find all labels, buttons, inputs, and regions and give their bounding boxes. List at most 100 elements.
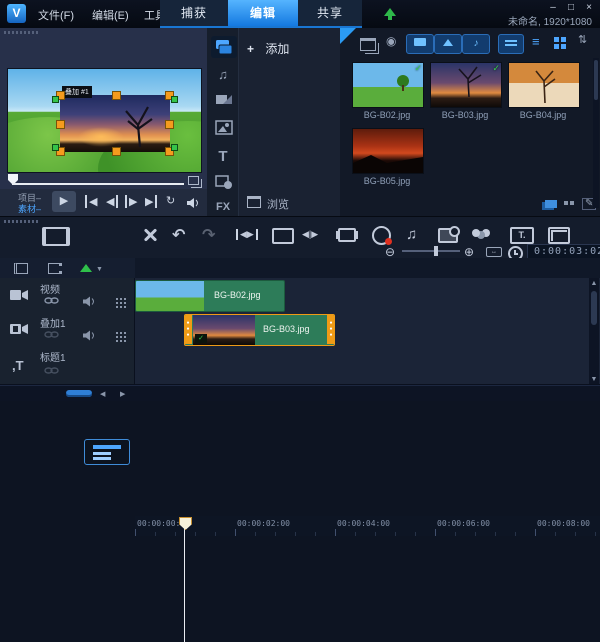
rotate-handle[interactable] [171, 144, 178, 151]
instant-project-button[interactable] [272, 228, 294, 244]
redo-button[interactable]: ↷ [202, 225, 215, 245]
sort-icon[interactable]: ⇅ [578, 35, 587, 46]
list-view-icon[interactable]: ≡ [532, 35, 540, 48]
thumbnail-view-icon[interactable] [554, 37, 559, 42]
track-video-header[interactable]: 视频 [0, 278, 135, 312]
scroll-up-icon[interactable]: ▲ [589, 278, 599, 287]
template-category-icon[interactable] [215, 174, 241, 196]
menu-file[interactable]: 文件(F) [38, 7, 74, 23]
ripple-link-icon[interactable] [44, 296, 59, 305]
trim-handle-left[interactable]: ● ● ● [185, 315, 192, 344]
resize-handle[interactable] [165, 120, 174, 129]
ripple-link-icon[interactable] [44, 330, 59, 339]
track-mute-icon[interactable] [82, 330, 96, 341]
track-transparency-icon[interactable] [116, 332, 118, 334]
fit-timeline-icon[interactable]: ↔ [486, 247, 502, 257]
timeline-ruler[interactable]: 00:00:00:00 00:00:02:00 00:00:04:00 00:0… [135, 516, 600, 536]
chevron-down-icon[interactable]: ▼ [96, 266, 103, 273]
add-track-dropdown[interactable] [80, 264, 92, 272]
panel-collapse-arrow[interactable] [340, 28, 356, 44]
zoom-in-icon[interactable]: ⊕ [464, 245, 474, 259]
track-list-icon[interactable] [48, 263, 62, 274]
tab-capture[interactable]: 捕获 [160, 0, 228, 26]
audio-category-icon[interactable]: ♫ [210, 64, 236, 86]
playhead-line[interactable] [184, 520, 185, 642]
subtitle-editor-button[interactable]: T. [510, 227, 534, 244]
multi-trim-button[interactable] [472, 229, 480, 237]
fit-project-button[interactable]: ◀▶ [236, 229, 258, 240]
zoom-slider-thumb[interactable] [434, 246, 438, 256]
import-folder-icon[interactable] [360, 38, 376, 51]
end-button[interactable]: ▶ [145, 195, 158, 208]
track-transparency-icon[interactable] [116, 298, 118, 300]
menu-edit[interactable]: 编辑(E) [92, 7, 129, 23]
filter-video-button[interactable] [406, 34, 434, 54]
media-thumb-bg-b04[interactable] [508, 62, 580, 108]
track-title1-header[interactable]: ,T 标题1 [0, 346, 135, 384]
mode-clip[interactable]: 素材– [18, 202, 41, 215]
scrubber-track[interactable] [12, 183, 184, 185]
next-frame-button[interactable]: ▶ [125, 195, 137, 208]
ripple-link-icon[interactable] [44, 366, 59, 375]
scroll-down-icon[interactable]: ▼ [589, 376, 599, 383]
batch-convert-button[interactable] [438, 226, 460, 243]
show-titles-button[interactable] [498, 34, 524, 54]
trim-handle-right[interactable]: ● ● ● [327, 315, 334, 344]
home-button[interactable]: ◀ [85, 195, 97, 208]
loop-button[interactable]: ↻ [166, 194, 175, 207]
split-clip-button[interactable]: ◀|▶ [302, 229, 318, 240]
panel-grip[interactable] [4, 31, 38, 34]
scroll-right-icon[interactable]: ▶ [120, 390, 125, 398]
rotate-handle[interactable] [171, 96, 178, 103]
resize-handle[interactable] [56, 120, 65, 129]
panel-grip[interactable] [4, 220, 38, 223]
media-thumb-bg-b03[interactable]: ✓ [430, 62, 502, 108]
vscroll-thumb[interactable] [591, 291, 597, 325]
clip-bg-b03-selected[interactable]: ✓ BG-B03.jpg ● ● ● ● ● ● [184, 314, 335, 346]
split-screen-template-button[interactable] [548, 227, 570, 244]
hscroll-thumb[interactable] [66, 390, 92, 397]
media-thumb-bg-b02[interactable]: ✓ [352, 62, 424, 108]
track-overlay1-header[interactable]: 叠加1 [0, 312, 135, 346]
record-capture-button[interactable] [372, 226, 392, 245]
overlay-clip-image[interactable]: 叠加 #1 [52, 86, 178, 156]
close-button[interactable]: × [582, 2, 596, 13]
rotate-handle[interactable] [52, 96, 59, 103]
scroll-left-icon[interactable]: ◀ [100, 390, 105, 398]
tab-share[interactable]: 共享 [298, 0, 362, 26]
play-button[interactable]: ▶ [52, 191, 76, 212]
timeline-view-button[interactable] [84, 439, 130, 465]
browser-scrollbar[interactable] [593, 58, 599, 208]
zoom-slider-track[interactable] [402, 246, 460, 256]
volume-icon[interactable] [186, 197, 200, 209]
zoom-out-icon[interactable]: ⊖ [385, 245, 395, 259]
add-folder-button[interactable]: + 添加 [247, 40, 289, 57]
timeline-vscrollbar[interactable]: ▲ ▼ [589, 278, 599, 384]
track-manager-icon[interactable] [14, 263, 28, 274]
graphic-category-icon[interactable] [215, 120, 241, 142]
preview-viewport[interactable]: 叠加 #1 [7, 68, 202, 173]
options-grid-icon[interactable] [564, 201, 568, 205]
storyboard-view-button[interactable] [42, 227, 70, 246]
title-category-icon[interactable]: T [210, 146, 236, 168]
clip-bg-b02[interactable]: BG-B02.jpg [135, 280, 285, 312]
media-thumb-bg-b05[interactable] [352, 128, 424, 174]
undo-button[interactable]: ↶ [172, 225, 185, 245]
sound-mixer-button[interactable]: ♫ [406, 226, 417, 243]
transition-category-icon[interactable] [215, 92, 241, 114]
library-panel-toggle-icon[interactable] [545, 200, 557, 208]
fx-category-icon[interactable]: FX [210, 196, 236, 218]
track-mute-icon[interactable] [82, 296, 96, 307]
filter-photo-button[interactable] [434, 34, 462, 54]
disc-icon[interactable]: ◉ [386, 35, 396, 47]
resize-handle[interactable] [112, 91, 121, 100]
resize-handle[interactable] [112, 147, 121, 156]
rotate-handle[interactable] [52, 144, 59, 151]
trim-button[interactable] [338, 228, 356, 242]
media-category-icon[interactable] [211, 36, 237, 58]
minimize-button[interactable]: – [546, 2, 560, 13]
tab-edit[interactable]: 编辑 [228, 0, 298, 26]
prev-frame-button[interactable]: ◀ [106, 195, 119, 208]
maximize-button[interactable]: □ [564, 2, 578, 13]
tools-icon[interactable] [142, 227, 158, 243]
